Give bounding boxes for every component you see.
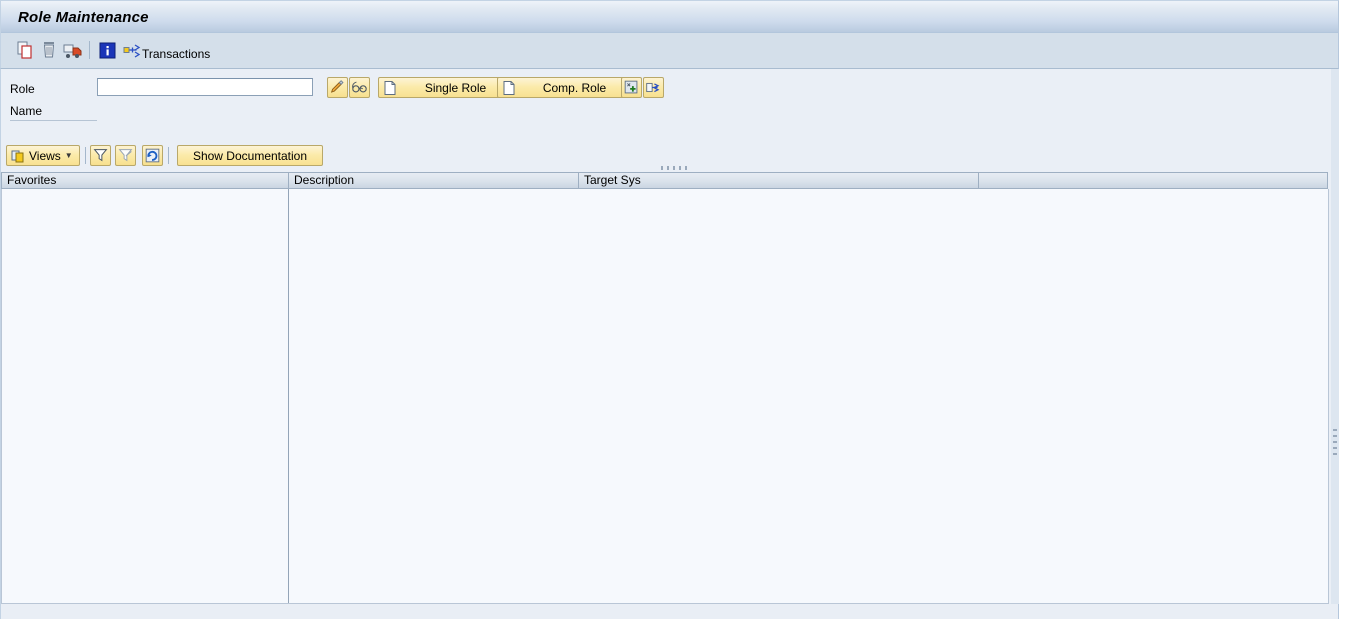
- window-title-bar: Role Maintenance: [0, 0, 1339, 33]
- info-icon[interactable]: [97, 39, 119, 61]
- column-header-favorites[interactable]: Favorites: [1, 172, 289, 189]
- composite-role-button-label: Comp. Role: [542, 80, 607, 95]
- splitter-grip-icon: [661, 166, 687, 170]
- views-icon: [10, 148, 26, 164]
- column-header-target-sys[interactable]: Target Sys: [579, 172, 979, 189]
- document-icon: [382, 80, 398, 96]
- document-icon: [501, 80, 517, 96]
- display-role-button[interactable]: [349, 77, 370, 98]
- right-gutter: [1339, 0, 1355, 619]
- table-header-row: Favorites Description Target Sys: [1, 172, 1329, 189]
- change-role-button[interactable]: [327, 77, 348, 98]
- views-toolbar-separator-2: [168, 147, 169, 164]
- copy-role-icon[interactable]: [14, 39, 36, 61]
- views-button-label: Views: [29, 148, 61, 163]
- table-body[interactable]: [1, 189, 1329, 604]
- name-field-underline: [10, 120, 97, 121]
- role-maintenance-window: Role Maintenance Transactions Role Name …: [0, 0, 1355, 619]
- refresh-button[interactable]: [142, 145, 163, 166]
- vertical-splitter[interactable]: [1331, 69, 1339, 611]
- chevron-down-icon: ▼: [64, 151, 73, 160]
- application-toolbar: Transactions © www.tutorialkart.com: [0, 33, 1339, 96]
- show-documentation-button[interactable]: Show Documentation: [177, 145, 323, 166]
- status-bar: [0, 604, 1339, 619]
- views-button[interactable]: Views ▼: [6, 145, 80, 166]
- favorites-table: Favorites Description Target Sys: [1, 172, 1329, 604]
- toolbar-separator-1: [89, 41, 90, 59]
- column-header-empty[interactable]: [979, 172, 1328, 189]
- create-from-template-button[interactable]: [621, 77, 642, 98]
- transport-role-icon[interactable]: [62, 39, 84, 61]
- views-toolbar-separator-1: [85, 147, 86, 164]
- horizontal-splitter[interactable]: [0, 164, 1329, 172]
- transport-button[interactable]: [643, 77, 664, 98]
- transactions-button-label[interactable]: Transactions: [142, 47, 210, 61]
- single-role-button-label: Single Role: [424, 80, 487, 95]
- delete-filter-button[interactable]: [115, 145, 136, 166]
- transactions-icon[interactable]: [122, 39, 144, 61]
- column-header-description[interactable]: Description: [289, 172, 579, 189]
- role-input[interactable]: [97, 78, 313, 96]
- show-documentation-label: Show Documentation: [192, 148, 308, 163]
- composite-role-button[interactable]: Comp. Role: [497, 77, 633, 98]
- splitter-grip-icon: [1333, 429, 1337, 455]
- filter-button[interactable]: [90, 145, 111, 166]
- page-title: Role Maintenance: [18, 9, 149, 26]
- name-label: Name: [10, 104, 43, 118]
- delete-role-icon[interactable]: [38, 39, 60, 61]
- single-role-button[interactable]: Single Role: [378, 77, 514, 98]
- role-label: Role: [10, 82, 35, 96]
- column-divider: [288, 189, 289, 603]
